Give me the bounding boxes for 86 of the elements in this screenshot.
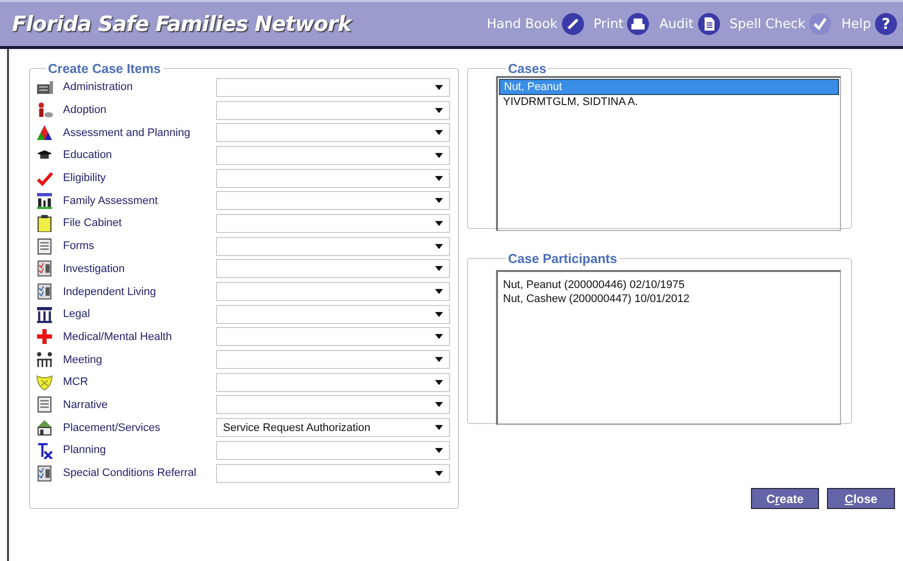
item-label: Assessment and Planning (63, 126, 192, 139)
panel-title: Create Case Items (47, 61, 162, 76)
checklist-icon (36, 283, 53, 300)
caret-icon (435, 220, 443, 226)
dropdown[interactable] (216, 78, 450, 97)
triangle-icon (36, 124, 53, 142)
action-button[interactable]: Close (827, 488, 895, 509)
shield-icon (36, 374, 53, 391)
caret-icon (435, 334, 443, 340)
dropdown[interactable] (216, 191, 450, 210)
caret-icon (435, 357, 443, 362)
item-label: Education (63, 149, 113, 162)
item-label: Medical/Mental Health (63, 330, 173, 343)
panel-title: Case Participants (507, 251, 618, 266)
dropdown[interactable] (216, 327, 450, 346)
panel-title: Cases (507, 61, 548, 76)
dropdown[interactable] (216, 304, 450, 324)
caret-icon (435, 84, 443, 90)
cases-list[interactable]: Nut, Peanut YIVDRMTGLM, SIDTINA A. (496, 76, 841, 231)
columns-icon (36, 306, 53, 323)
item-label: Administration (63, 81, 134, 94)
dropdown[interactable] (216, 168, 450, 188)
prescription-icon (36, 442, 53, 459)
item-label: Meeting (63, 354, 104, 366)
dropdown[interactable] (216, 100, 450, 120)
caret-icon (435, 198, 443, 204)
list-item[interactable]: YIVDRMTGLM, SIDTINA A. (499, 95, 839, 109)
caret-icon (435, 244, 443, 249)
item-label: Investigation (63, 262, 126, 275)
caret-icon (435, 266, 443, 272)
item-label: Placement/Services (63, 422, 162, 434)
form-icon (36, 396, 53, 414)
dropdown[interactable] (216, 146, 450, 165)
item-label: Family Assessment (63, 194, 159, 207)
caret-icon (435, 448, 443, 453)
item-label: Special Conditions Referral (63, 467, 198, 480)
item-label: Narrative (63, 398, 109, 411)
dropdown[interactable] (216, 259, 450, 278)
dropdown[interactable] (216, 350, 450, 370)
checkmark-icon (809, 13, 832, 35)
help-icon: ? (875, 13, 897, 35)
house-icon (36, 419, 53, 436)
form-icon (36, 238, 53, 255)
dropdown[interactable] (216, 440, 450, 460)
item-label: File Cabinet (63, 217, 123, 230)
caret-icon (435, 312, 443, 317)
caret-icon (435, 425, 443, 430)
dropdown[interactable] (216, 123, 450, 142)
printer-icon (627, 13, 650, 35)
dropdown[interactable] (216, 395, 450, 414)
app-title: Florida Safe Families Network (12, 12, 352, 36)
dropdown[interactable] (216, 236, 450, 256)
pencil-icon (562, 13, 584, 35)
action-button[interactable]: Create (751, 488, 819, 509)
participants-list[interactable]: Nut, Peanut (200000446) 02/10/1975 Nut, Cashew (200000447) 10/01/2012 (496, 270, 841, 425)
item-label: Forms (63, 240, 96, 252)
toolbar-button[interactable]: Help ? (841, 13, 897, 35)
clipboard-icon (36, 214, 53, 232)
caret-icon (435, 289, 443, 294)
checklist-icon (36, 464, 53, 482)
dropdown[interactable] (216, 214, 450, 233)
caret-icon (435, 380, 443, 385)
caret-icon (435, 470, 443, 476)
caret-icon (435, 130, 443, 136)
caret-icon (435, 108, 443, 113)
cross-icon (36, 328, 53, 346)
item-label: MCR (63, 376, 90, 388)
caret-icon (435, 402, 443, 408)
list-item[interactable]: Nut, Peanut (200000446) 02/10/1975 (499, 278, 839, 292)
checkmark-icon (36, 170, 53, 187)
dropdown[interactable]: Service Request Authorization (216, 418, 450, 438)
caret-icon (435, 152, 443, 158)
family-icon (36, 192, 53, 210)
list-item[interactable]: Nut, Cashew (200000447) 10/01/2012 (499, 292, 839, 306)
checklist-icon (36, 260, 53, 278)
dropdown[interactable] (216, 282, 450, 302)
dropdown[interactable] (216, 464, 450, 483)
item-label: Legal (63, 308, 91, 320)
item-label: Planning (63, 444, 107, 456)
people-icon (36, 351, 53, 368)
item-label: Adoption (63, 104, 108, 116)
item-label: Independent Living (63, 286, 157, 298)
document-icon (698, 13, 720, 35)
item-label: Eligibility (63, 172, 107, 184)
caret-icon (435, 176, 443, 181)
dropdown[interactable] (216, 372, 450, 392)
